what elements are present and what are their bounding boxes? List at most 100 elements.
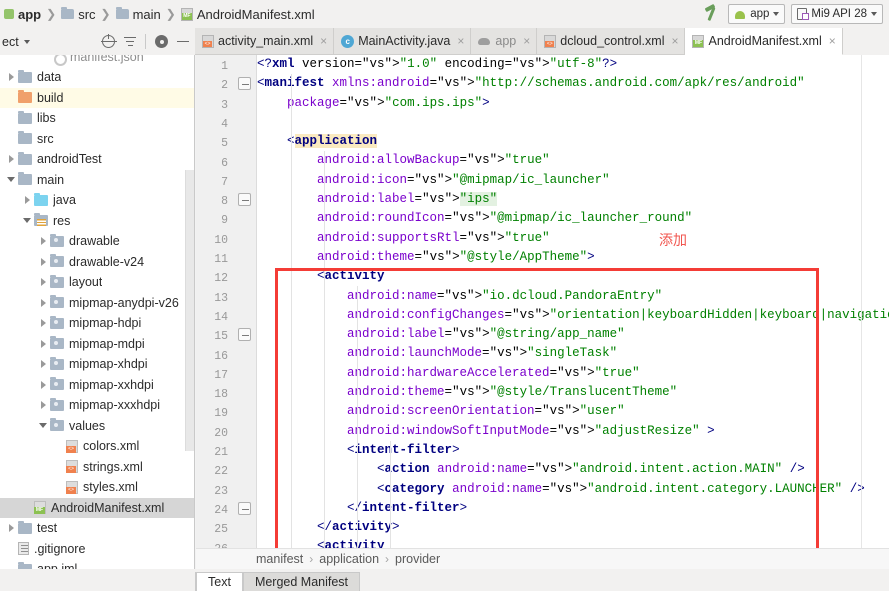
tree-item-androidmanifest-xml[interactable]: MF AndroidManifest.xml (0, 497, 194, 518)
close-icon[interactable]: × (457, 34, 464, 48)
tree-item-java[interactable]: java (0, 190, 194, 211)
tree-item-build[interactable]: build (0, 87, 194, 108)
tree-item-androidtest[interactable]: androidTest (0, 149, 194, 170)
expand-arrow-icon[interactable] (36, 319, 50, 328)
close-icon[interactable]: × (523, 34, 530, 48)
tree-item-res[interactable]: res (0, 211, 194, 232)
editor-tab-androidmanifest[interactable]: MF AndroidManifest.xml × (685, 28, 843, 55)
breadcrumb-item-main[interactable]: main (115, 7, 161, 22)
breadcrumb-part-provider[interactable]: provider (395, 552, 440, 566)
code-line[interactable]: </activity> (257, 518, 889, 537)
code-line[interactable]: </intent-filter> (257, 499, 889, 518)
expand-arrow-icon[interactable] (4, 73, 18, 82)
close-icon[interactable]: × (671, 34, 678, 48)
code-line[interactable]: android:supportsRtl="vs">"true" (257, 229, 889, 248)
tree-item-mipmap-xhdpi[interactable]: mipmap-xhdpi (0, 354, 194, 375)
code-content[interactable]: <?xml version="vs">"1.0" encoding="vs">"… (257, 55, 889, 548)
tree-item-styles-xml[interactable]: <> styles.xml (0, 477, 194, 498)
expand-arrow-icon[interactable] (36, 237, 50, 246)
collapse-all-icon[interactable] (124, 35, 136, 48)
code-line[interactable]: android:allowBackup="vs">"true" (257, 151, 889, 170)
code-line[interactable]: android:windowSoftInputMode="vs">"adjust… (257, 422, 889, 441)
code-line[interactable]: <category android:name="vs">"android.int… (257, 480, 889, 499)
fold-toggle[interactable] (238, 502, 251, 515)
hammer-icon[interactable] (702, 4, 722, 24)
tree-item-libs[interactable]: libs (0, 108, 194, 129)
tree-item-test[interactable]: test (0, 518, 194, 539)
expand-arrow-icon[interactable] (36, 401, 50, 410)
breadcrumb-item-app[interactable]: app (4, 7, 41, 22)
expand-arrow-icon[interactable] (36, 339, 50, 348)
expand-arrow-icon[interactable] (36, 278, 50, 287)
tree-item-mipmap-hdpi[interactable]: mipmap-hdpi (0, 313, 194, 334)
expand-arrow-icon[interactable] (36, 257, 50, 266)
code-line[interactable]: <application (257, 132, 889, 151)
tree-item-mipmap-xxxhdpi[interactable]: mipmap-xxxhdpi (0, 395, 194, 416)
code-editor[interactable]: 1 2 3 4 5 6 7 8 9 10 11 12 13 14 15 16 17 18 19 20 21 22 23 24 2… (196, 55, 889, 548)
chevron-down-icon[interactable] (23, 39, 30, 44)
tree-item-main[interactable]: main (0, 170, 194, 191)
code-line[interactable]: android:hardwareAccelerated="vs">"true" (257, 364, 889, 383)
editor-tab-app-gradle[interactable]: app × (471, 28, 538, 55)
code-line[interactable]: <?xml version="vs">"1.0" encoding="vs">"… (257, 55, 889, 74)
expand-arrow-icon[interactable] (4, 524, 18, 533)
breadcrumb-item-manifest[interactable]: MF AndroidManifest.xml (180, 7, 315, 22)
breadcrumb-part-application[interactable]: application (319, 552, 379, 566)
code-line[interactable]: android:name="vs">"io.dcloud.PandoraEntr… (257, 287, 889, 306)
tree-item-layout[interactable]: layout (0, 272, 194, 293)
sidebar-scrollbar[interactable] (185, 170, 194, 451)
collapse-arrow-icon[interactable] (20, 218, 34, 224)
tree-item-values[interactable]: values (0, 416, 194, 437)
code-line[interactable]: <intent-filter> (257, 441, 889, 460)
close-icon[interactable]: × (320, 34, 327, 48)
code-line[interactable]: android:roundIcon="vs">"@mipmap/ic_launc… (257, 209, 889, 228)
hide-panel-icon[interactable] (177, 40, 189, 43)
collapse-arrow-icon[interactable] (36, 423, 50, 429)
code-line[interactable]: android:launchMode="vs">"singleTask" (257, 344, 889, 363)
code-line[interactable]: android:theme="vs">"@style/AppTheme"> (257, 248, 889, 267)
tree-item-clipped[interactable]: manifest.json (0, 55, 194, 67)
breadcrumb-item-src[interactable]: src (61, 7, 96, 22)
tree-item-drawable[interactable]: drawable (0, 231, 194, 252)
tree-item-gitignore[interactable]: .gitignore (0, 539, 194, 560)
code-line[interactable]: package="vs">"com.ips.ips"> (257, 94, 889, 113)
code-line[interactable]: <action android:name="vs">"android.inten… (257, 460, 889, 479)
close-icon[interactable]: × (829, 34, 836, 48)
code-line[interactable]: android:label="vs">"@string/app_name" (257, 325, 889, 344)
fold-toggle[interactable] (238, 193, 251, 206)
code-line[interactable]: android:configChanges="vs">"orientation|… (257, 306, 889, 325)
tree-item-strings-xml[interactable]: <> strings.xml (0, 457, 194, 478)
locate-icon[interactable] (100, 33, 117, 48)
expand-arrow-icon[interactable] (20, 196, 34, 205)
project-panel-title[interactable]: ect (0, 35, 19, 49)
collapse-arrow-icon[interactable] (4, 177, 18, 183)
fold-toggle[interactable] (238, 328, 251, 341)
tab-text[interactable]: Text (196, 572, 243, 591)
tree-item-mipmap-xxhdpi[interactable]: mipmap-xxhdpi (0, 375, 194, 396)
project-tree[interactable]: manifest.json data build libs src androidTes… (0, 55, 195, 591)
tree-item-mipmap-mdpi[interactable]: mipmap-mdpi (0, 334, 194, 355)
code-line[interactable]: <manifest xmlns:android="vs">"http://sch… (257, 74, 889, 93)
code-folding-strip[interactable] (233, 55, 257, 548)
editor-tab-dcloud-control[interactable]: <> dcloud_control.xml × (537, 28, 686, 55)
code-line[interactable]: android:theme="vs">"@style/TranslucentTh… (257, 383, 889, 402)
editor-tab-activity-main[interactable]: <> activity_main.xml × (195, 28, 335, 55)
tree-item-drawable-v24[interactable]: drawable-v24 (0, 252, 194, 273)
tree-item-src[interactable]: src (0, 129, 194, 150)
expand-arrow-icon[interactable] (4, 155, 18, 164)
tab-merged-manifest[interactable]: Merged Manifest (242, 572, 361, 591)
editor-tab-mainactivity[interactable]: c MainActivity.java × (334, 28, 472, 55)
expand-arrow-icon[interactable] (36, 380, 50, 389)
code-line[interactable]: <activity (257, 267, 889, 286)
tree-item-data[interactable]: data (0, 67, 194, 88)
fold-toggle[interactable] (238, 77, 251, 90)
code-line[interactable]: <activity (257, 537, 889, 548)
code-line[interactable]: android:screenOrientation="vs">"user" (257, 402, 889, 421)
code-line[interactable]: android:label="vs">"ips" (257, 190, 889, 209)
breadcrumb-part-manifest[interactable]: manifest (196, 552, 303, 566)
run-configuration-selector[interactable]: app (728, 4, 786, 24)
code-line[interactable] (257, 113, 889, 132)
tree-item-colors-xml[interactable]: <> colors.xml (0, 436, 194, 457)
code-line[interactable]: android:icon="vs">"@mipmap/ic_launcher" (257, 171, 889, 190)
settings-icon[interactable] (155, 35, 168, 48)
